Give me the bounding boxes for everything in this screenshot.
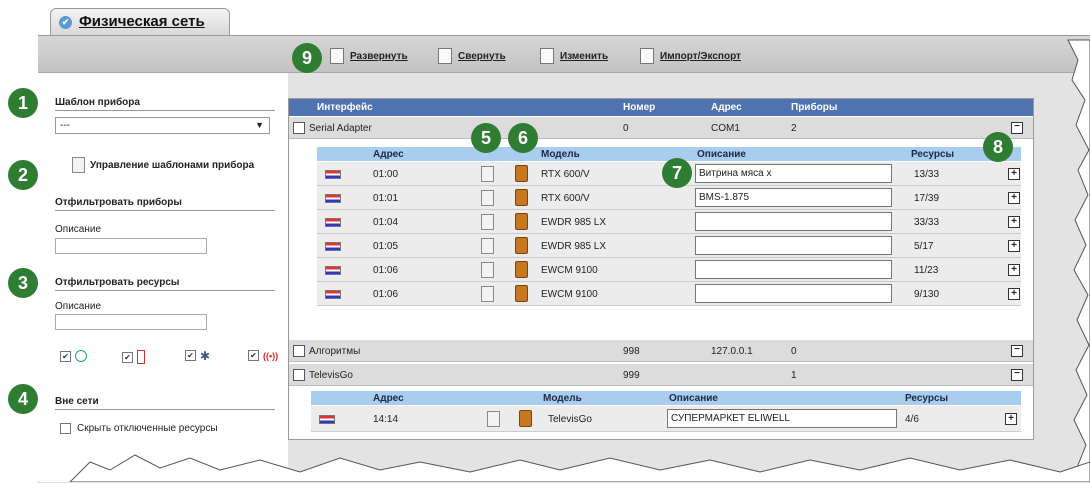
torn-edge-decoration	[69, 39, 1090, 482]
